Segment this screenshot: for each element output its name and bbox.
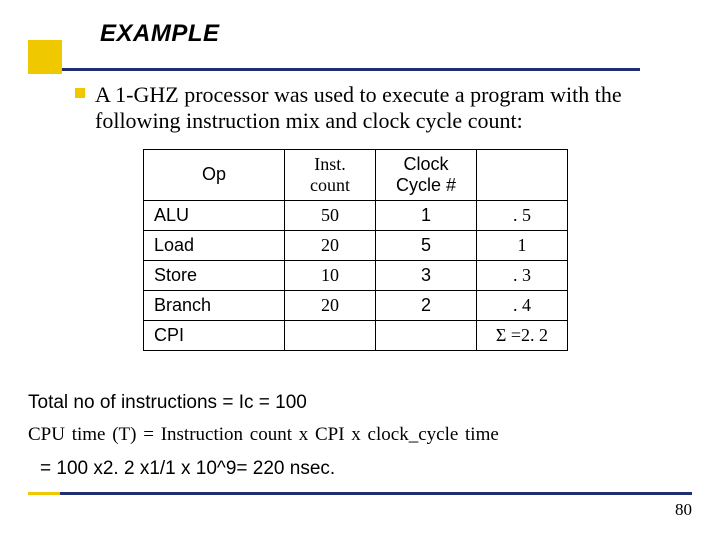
cell-wt: . 5 [477,200,568,230]
cell-wt: . 3 [477,260,568,290]
title-underline [40,68,640,71]
table-header-row: Op Inst. count Clock Cycle # [144,149,568,200]
cell-op: Store [144,260,285,290]
cell-cpi-total: Σ =2. 2 [477,320,568,350]
table-row: Store 10 3 . 3 [144,260,568,290]
cpu-time-formula-line: CPU time (T) = Instruction count x CPI x… [28,424,499,446]
table-row: Load 20 5 1 [144,230,568,260]
slide-title: EXAMPLE [100,20,220,48]
cell-wt: . 4 [477,290,568,320]
header-weight-blank [477,149,568,200]
table-row: ALU 50 1 . 5 [144,200,568,230]
instruction-mix-table: Op Inst. count Clock Cycle # ALU 50 1 . … [143,149,568,351]
intro-text: A 1-GHZ processor was used to execute a … [95,82,665,135]
cell-cc: 3 [376,260,477,290]
cell-cc: 5 [376,230,477,260]
cell-ic: 50 [285,200,376,230]
footer-accent [28,492,60,495]
header-op: Op [144,149,285,200]
result-line: = 100 x2. 2 x1/1 x 10^9= 220 nsec. [40,458,335,480]
cell-blank [285,320,376,350]
cell-blank [376,320,477,350]
title-accent-square [28,40,62,74]
cell-ic: 10 [285,260,376,290]
table-row-cpi: CPI Σ =2. 2 [144,320,568,350]
title-block: EXAMPLE [40,20,660,58]
cell-cc: 2 [376,290,477,320]
cell-op: Load [144,230,285,260]
body: A 1-GHZ processor was used to execute a … [95,82,665,351]
header-inst-count: Inst. count [285,149,376,200]
cell-op: ALU [144,200,285,230]
footer-rule [28,492,692,495]
header-clock-cycle: Clock Cycle # [376,149,477,200]
total-instructions-line: Total no of instructions = Ic = 100 [28,392,307,414]
cell-cpi-label: CPI [144,320,285,350]
cell-ic: 20 [285,290,376,320]
cell-ic: 20 [285,230,376,260]
bullet-icon [75,88,85,98]
cell-wt: 1 [477,230,568,260]
cell-cc: 1 [376,200,477,230]
table-row: Branch 20 2 . 4 [144,290,568,320]
cell-op: Branch [144,290,285,320]
slide: EXAMPLE A 1-GHZ processor was used to ex… [0,0,720,540]
page-number: 80 [675,500,692,520]
